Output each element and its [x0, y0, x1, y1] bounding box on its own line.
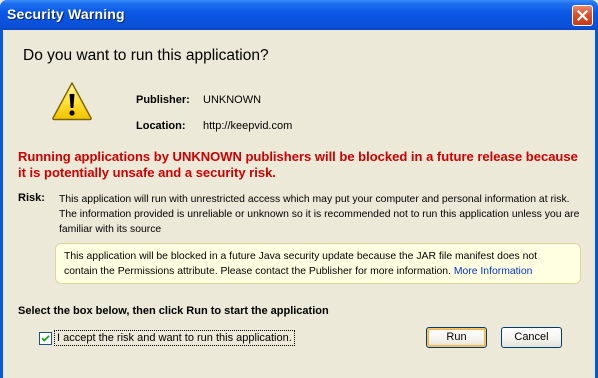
dialog-heading: Do you want to run this application?	[23, 47, 269, 64]
cancel-button[interactable]: Cancel	[501, 327, 562, 348]
accept-risk-label[interactable]: I accept the risk and want to run this a…	[54, 330, 295, 346]
blocking-warning-text: Running applications by UNKNOWN publishe…	[18, 149, 578, 180]
location-label: Location:	[136, 120, 186, 132]
manifest-notice-box: This application will be blocked in a fu…	[55, 243, 581, 284]
location-value: http://keepvid.com	[203, 120, 293, 132]
warning-triangle-icon	[52, 82, 92, 121]
publisher-value: UNKNOWN	[203, 94, 262, 106]
close-icon	[577, 10, 588, 21]
more-information-link[interactable]: More Information	[454, 266, 533, 277]
close-button[interactable]	[572, 5, 593, 26]
accept-risk-checkbox[interactable]	[39, 332, 52, 345]
checkmark-icon	[41, 335, 50, 342]
title-bar[interactable]: Security Warning	[0, 0, 598, 30]
instruction-text: Select the box below, then click Run to …	[18, 305, 329, 317]
risk-label: Risk:	[18, 192, 45, 204]
publisher-label: Publisher:	[136, 94, 190, 106]
window-title: Security Warning	[7, 6, 125, 22]
dialog-body: Do you want to run this application? Pub…	[3, 30, 595, 378]
risk-description: This application will run with unrestric…	[59, 194, 580, 235]
security-warning-window: Security Warning Do you want to run this…	[0, 0, 598, 378]
run-button[interactable]: Run	[426, 327, 487, 348]
